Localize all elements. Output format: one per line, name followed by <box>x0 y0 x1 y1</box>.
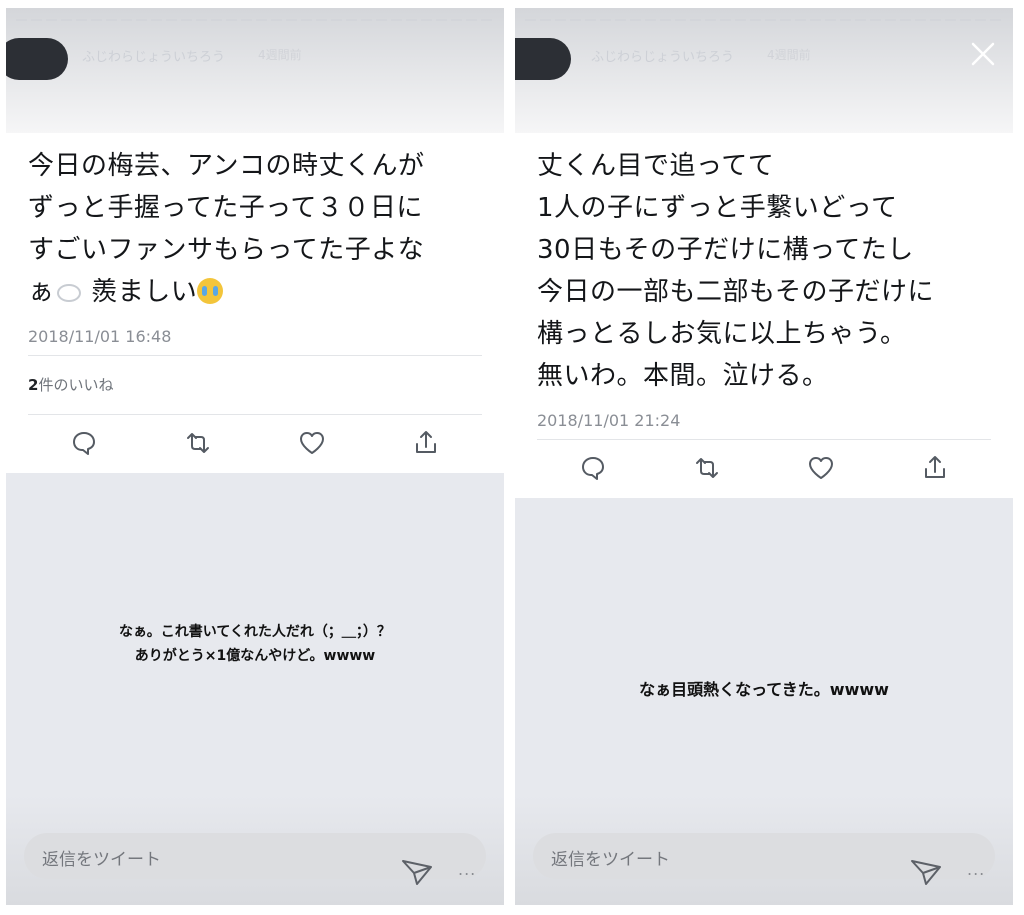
tweet-card[interactable]: 丈くん目で追ってて 1人の子にずっと手繋いどって 30日もその子だけに構ってたし… <box>515 133 1013 498</box>
story-progress-bar <box>525 19 1003 21</box>
story-progress-bar <box>16 19 494 21</box>
tweet-timestamp: 2018/11/01 21:24 <box>537 411 681 430</box>
story-user-row: ふじわらじょういちろう 4週間前 <box>515 38 1013 80</box>
tweet-line: 30日もその子だけに構ってたし <box>537 235 914 265</box>
reply-placeholder: 返信をツイート <box>42 850 161 870</box>
tweet-line: ぁ <box>28 277 55 307</box>
caption-line: なぁ。これ書いてくれた人だれ（；＿；）？ <box>119 624 391 640</box>
tweet-text: 今日の梅芸、アンコの時丈くんが ずっと手握ってた子って３０日に すごいファンサも… <box>28 133 482 313</box>
reply-icon[interactable] <box>70 429 98 457</box>
story-header-shade <box>6 8 504 138</box>
tweet-timestamp: 2018/11/01 16:48 <box>28 327 172 346</box>
more-icon[interactable]: ... <box>967 860 985 879</box>
retweet-icon[interactable] <box>184 429 212 457</box>
likes-row[interactable]: 2件のいいね <box>28 356 482 414</box>
tweet-line: 無いわ。本間。泣ける。 <box>537 361 829 391</box>
send-icon[interactable] <box>400 856 434 888</box>
tweet-line: すごいファンサもらってた子よな <box>28 235 425 265</box>
like-icon[interactable] <box>807 454 835 482</box>
tweet-line: 羨ましい <box>91 277 198 307</box>
tweet-line: ずっと手握ってた子って３０日に <box>28 193 423 223</box>
story-caption: なぁ。これ書いてくれた人だれ（；＿；）？ ありがとう×1億なんやけど。wwww <box>6 620 504 668</box>
reply-icon[interactable] <box>579 454 607 482</box>
story-posted-ago: 4週間前 <box>767 48 811 62</box>
caption-line: ありがとう×1億なんやけど。wwww <box>134 648 376 664</box>
story-panel-right: ふじわらじょういちろう 4週間前 丈くん目で追ってて 1人の子にずっと手繋いどっ… <box>515 8 1013 905</box>
retweet-icon[interactable] <box>693 454 721 482</box>
share-icon[interactable] <box>921 454 949 482</box>
story-panel-left: ふじわらじょういちろう 4週間前 今日の梅芸、アンコの時丈くんが ずっと手握って… <box>6 8 504 905</box>
tweet-actions <box>28 415 482 473</box>
tweet-line: 今日の一部も二部もその子だけに <box>537 277 934 307</box>
story-caption: なぁ目頭熱くなってきた。wwww <box>515 678 1013 702</box>
story-username[interactable]: ふじわらじょういちろう <box>591 46 734 65</box>
send-icon[interactable] <box>909 856 943 888</box>
tweet-line: 構っとるしお気に以上ちゃう。 <box>537 319 907 349</box>
story-username[interactable]: ふじわらじょういちろう <box>82 46 225 65</box>
share-icon[interactable] <box>412 429 440 457</box>
caption-line: なぁ目頭熱くなってきた。wwww <box>639 680 889 699</box>
tweet-line: 今日の梅芸、アンコの時丈くんが <box>28 151 425 181</box>
tweet-text: 丈くん目で追ってて 1人の子にずっと手繋いどって 30日もその子だけに構ってたし… <box>537 133 991 397</box>
story-header-shade <box>515 8 1013 138</box>
speech-bubble-emoji <box>56 284 81 302</box>
tweet-actions <box>537 440 991 498</box>
tweet-line: 丈くん目で追ってて <box>537 151 775 181</box>
likes-label: 件のいいね <box>38 376 114 394</box>
crying-face-emoji <box>197 278 224 304</box>
redacted-avatar <box>515 38 571 80</box>
redacted-avatar <box>6 38 68 80</box>
tweet-card[interactable]: 今日の梅芸、アンコの時丈くんが ずっと手握ってた子って３０日に すごいファンサも… <box>6 133 504 473</box>
more-icon[interactable]: ... <box>458 860 476 879</box>
like-icon[interactable] <box>298 429 326 457</box>
story-posted-ago: 4週間前 <box>258 48 302 62</box>
tweet-line: 1人の子にずっと手繋いどって <box>537 193 898 223</box>
story-user-row: ふじわらじょういちろう 4週間前 <box>6 38 504 80</box>
reply-placeholder: 返信をツイート <box>551 850 670 870</box>
close-icon[interactable] <box>967 38 999 70</box>
likes-count: 2 <box>28 376 39 394</box>
